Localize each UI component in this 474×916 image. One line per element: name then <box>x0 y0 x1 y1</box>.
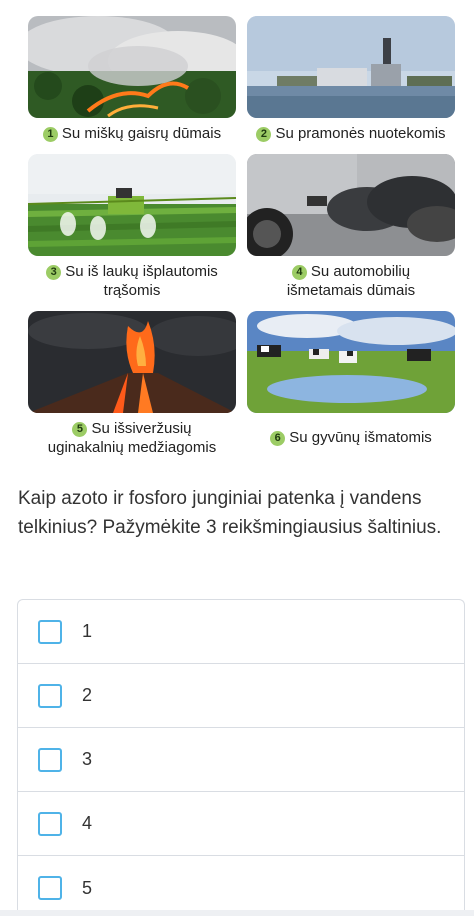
factory-image <box>247 16 455 118</box>
question-text: Kaip azoto ir fosforo junginiai patenka … <box>18 488 442 538</box>
option-label: 4 <box>82 813 93 833</box>
forest-fire-image <box>28 16 236 118</box>
option-label: 3 <box>82 749 93 769</box>
number-badge: 5 <box>72 422 88 437</box>
answer-options-list: 1 2 3 4 5 <box>17 599 465 916</box>
caption-text-line2: išmetamais dūmais <box>286 282 416 299</box>
checkbox[interactable] <box>38 876 62 900</box>
image-caption-5: 5 Su išsiveržusių uginakalnių medžiagomis <box>28 419 236 457</box>
caption-text-line2: trąšomis <box>103 282 161 299</box>
image-caption-4: 4 Su automobilių išmetamais dūmais <box>247 262 455 300</box>
checkbox[interactable] <box>38 747 62 772</box>
field-spraying-image <box>28 154 236 256</box>
caption-text: Su gyvūnų išmatomis <box>289 429 432 446</box>
option-3[interactable]: 3 <box>18 728 464 792</box>
number-badge: 6 <box>270 431 286 446</box>
car-exhaust-image <box>247 154 455 256</box>
option-label: 5 <box>82 877 93 898</box>
caption-text: Su pramonės nuotekomis <box>275 125 446 142</box>
image-grid: 1 Su miškų gaisrų dūmais 2 Su pramonės nuo… <box>0 0 474 470</box>
image-caption-6: 6 Su gyvūnų išmatomis <box>247 428 455 447</box>
option-5[interactable]: 5 <box>18 856 464 916</box>
option-4[interactable]: 4 <box>18 792 464 856</box>
checkbox[interactable] <box>38 811 62 836</box>
option-label: 1 <box>82 621 93 641</box>
caption-text: Su iš laukų išplautomis <box>65 263 218 280</box>
option-label: 2 <box>82 685 93 705</box>
caption-text-line2: uginakalnių medžiagomis <box>47 439 217 456</box>
image-caption-3: 3 Su iš laukų išplautomis trąšomis <box>28 262 236 300</box>
image-caption-2: 2 Su pramonės nuotekomis <box>247 124 455 143</box>
number-badge: 1 <box>42 127 58 142</box>
cows-image <box>247 311 455 413</box>
volcano-image <box>28 311 236 413</box>
number-badge: 3 <box>46 265 62 280</box>
option-2[interactable]: 2 <box>18 664 464 728</box>
caption-text: Su automobilių <box>310 263 411 280</box>
checkbox[interactable] <box>38 619 62 644</box>
caption-text: Su miškų gaisrų dūmais <box>61 125 222 142</box>
caption-text: Su išsiveržusių <box>91 420 192 437</box>
option-1[interactable]: 1 <box>18 600 464 664</box>
number-badge: 4 <box>291 265 307 280</box>
checkbox[interactable] <box>38 683 62 708</box>
number-badge: 2 <box>256 127 272 142</box>
image-caption-1: 1 Su miškų gaisrų dūmais <box>28 124 236 143</box>
bottom-bar <box>0 910 474 916</box>
